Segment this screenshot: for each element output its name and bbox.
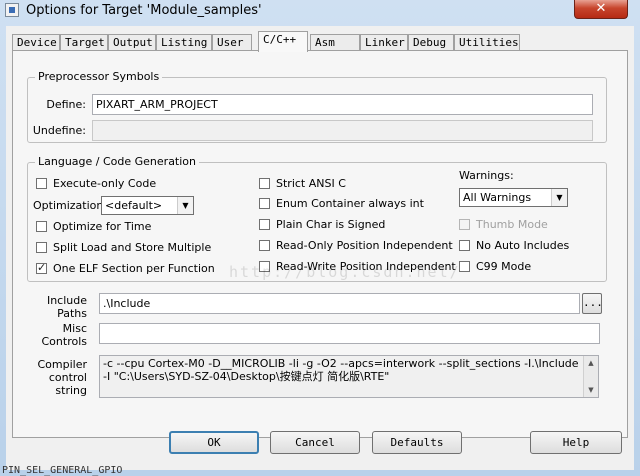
compiler-control-label-line3: string <box>55 384 87 397</box>
undefine-label: Undefine: <box>32 124 86 137</box>
optimize-for-time-label: Optimize for Time <box>53 220 152 233</box>
include-paths-label-line1: Include <box>46 294 87 307</box>
plain-char-signed-box[interactable] <box>259 219 270 230</box>
execute-only-label: Execute-only Code <box>53 177 157 190</box>
window-title: Options for Target 'Module_samples' <box>26 3 262 18</box>
warnings-select[interactable]: All Warnings ▼ <box>459 188 568 207</box>
optimization-label: Optimization: <box>33 199 108 212</box>
cancel-button[interactable]: Cancel <box>270 431 360 454</box>
strict-ansi-box[interactable] <box>259 178 270 189</box>
no-auto-includes-box[interactable] <box>459 240 470 251</box>
browse-include-paths-button[interactable]: ... <box>582 293 603 314</box>
tab-asm[interactable]: Asm <box>310 34 360 51</box>
misc-controls-label-line1: Misc <box>62 322 87 335</box>
misc-controls-input[interactable] <box>99 323 600 344</box>
compiler-control-scrollbar[interactable]: ▲ ▼ <box>583 356 598 397</box>
defaults-button[interactable]: Defaults <box>372 431 462 454</box>
compiler-control-string[interactable]: -c --cpu Cortex-M0 -D__MICROLIB -li -g -… <box>99 355 599 398</box>
help-button[interactable]: Help <box>530 431 622 454</box>
thumb-mode-label: Thumb Mode <box>476 218 548 231</box>
background-code-text: PIN_SEL_GENERAL_GPIO <box>2 465 123 476</box>
plain-char-signed-label: Plain Char is Signed <box>276 218 386 231</box>
split-load-store-label: Split Load and Store Multiple <box>53 241 212 254</box>
scroll-up-icon[interactable]: ▲ <box>584 356 598 370</box>
tab-debug[interactable]: Debug <box>408 34 454 51</box>
include-paths-label: Include Paths <box>23 294 87 320</box>
misc-controls-label: Misc Controls <box>23 322 88 348</box>
tab-linker[interactable]: Linker <box>360 34 408 51</box>
ro-position-independent-box[interactable] <box>259 240 270 251</box>
tab-listing[interactable]: Listing <box>156 34 212 51</box>
one-elf-section-box[interactable] <box>36 261 47 274</box>
optimize-for-time-box[interactable] <box>36 221 47 232</box>
thumb-mode-box <box>459 219 470 230</box>
close-icon: ✕ <box>595 1 607 16</box>
execute-only-box[interactable] <box>36 178 47 189</box>
chevron-down-icon[interactable]: ▼ <box>551 189 567 206</box>
app-icon <box>5 3 19 17</box>
split-load-store-box[interactable] <box>36 242 47 253</box>
tab-c-cpp[interactable]: C/C++ <box>258 31 308 52</box>
chevron-down-icon[interactable]: ▼ <box>177 197 193 214</box>
tab-target[interactable]: Target <box>60 34 108 51</box>
include-paths-label-line2: Paths <box>57 307 87 320</box>
compiler-control-label-line1: Compiler <box>37 358 87 371</box>
undefine-input[interactable] <box>92 120 593 141</box>
c99-mode-label: C99 Mode <box>476 260 532 273</box>
tab-user[interactable]: User <box>212 34 252 51</box>
scroll-down-icon[interactable]: ▼ <box>584 383 598 397</box>
tab-device[interactable]: Device <box>12 34 60 51</box>
preprocessor-group-label: Preprocessor Symbols <box>35 70 163 83</box>
one-elf-section-label: One ELF Section per Function <box>53 262 215 275</box>
dialog-client-area: Device Target Output Listing User C/C++ … <box>6 26 634 470</box>
language-group-label: Language / Code Generation <box>35 155 200 168</box>
tab-output[interactable]: Output <box>108 34 156 51</box>
preprocessor-group: Preprocessor Symbols Define: PIXART_ARM_… <box>27 70 607 143</box>
compiler-control-label: Compiler control string <box>23 358 87 397</box>
watermark: http://blog.csdn.net/ <box>229 263 461 281</box>
warnings-value: All Warnings <box>463 191 532 204</box>
strict-ansi-label: Strict ANSI C <box>276 177 346 190</box>
ok-button[interactable]: OK <box>169 431 259 454</box>
optimization-value: <default> <box>105 199 163 212</box>
enum-container-box[interactable] <box>259 198 270 209</box>
include-paths-input[interactable]: .\Include <box>99 293 580 314</box>
tab-utilities[interactable]: Utilities <box>454 34 520 51</box>
enum-container-label: Enum Container always int <box>276 197 424 210</box>
title-bar[interactable]: Options for Target 'Module_samples' ✕ <box>0 0 640 22</box>
no-auto-includes-label: No Auto Includes <box>476 239 570 252</box>
ro-position-independent-label: Read-Only Position Independent <box>276 239 453 252</box>
background-editor-strip: PIN_SEL_GENERAL_GPIO <box>0 463 640 476</box>
define-label: Define: <box>46 98 86 111</box>
options-dialog: Options for Target 'Module_samples' ✕ De… <box>0 0 640 476</box>
close-button[interactable]: ✕ <box>574 0 628 19</box>
define-input[interactable]: PIXART_ARM_PROJECT <box>92 94 593 115</box>
compiler-control-line1: -c --cpu Cortex-M0 -D__MICROLIB -li -g -… <box>103 357 579 370</box>
compiler-control-label-line2: control <box>48 371 87 384</box>
misc-controls-label-line2: Controls <box>41 335 88 348</box>
warnings-label: Warnings: <box>459 169 514 182</box>
c-cpp-tab-panel: Preprocessor Symbols Define: PIXART_ARM_… <box>12 50 628 438</box>
compiler-control-line2: -I "C:\Users\SYD-SZ-04\Desktop\按键点灯 简化版\… <box>103 370 390 383</box>
optimization-select[interactable]: <default> ▼ <box>101 196 194 215</box>
